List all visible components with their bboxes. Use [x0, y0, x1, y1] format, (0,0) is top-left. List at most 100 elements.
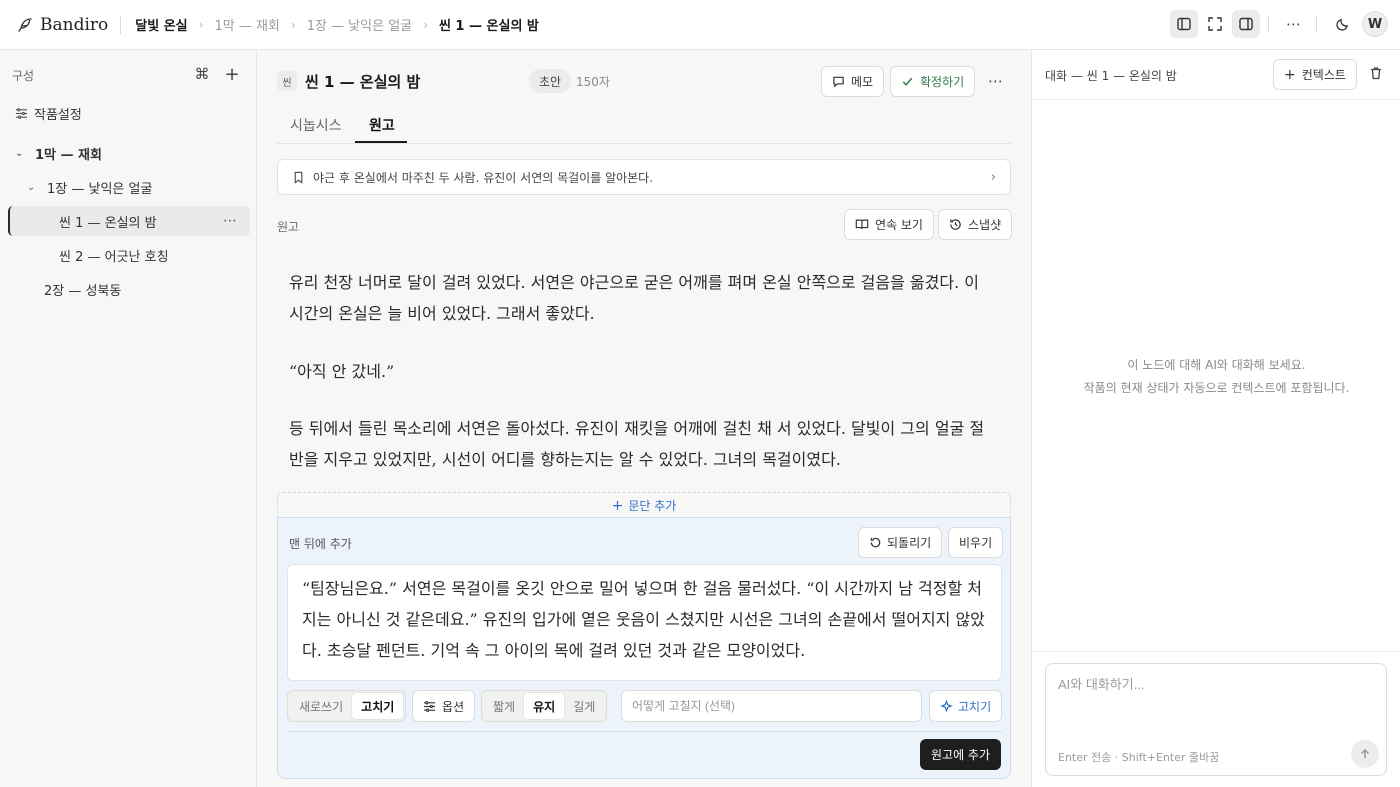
more-menu-button[interactable]: ⋯	[1280, 10, 1308, 38]
continuous-view-label: 연속 보기	[875, 218, 923, 232]
manuscript-paragraph[interactable]: 등 뒤에서 들린 목소리에 서연은 돌아섰다. 유진이 재킷을 어깨에 걸친 채…	[289, 413, 989, 475]
sliders-icon	[423, 700, 436, 712]
command-icon[interactable]: ⌘	[192, 64, 212, 84]
book-open-icon	[855, 219, 869, 229]
toggle-left-panel-button[interactable]	[1170, 10, 1198, 38]
tab-underline	[355, 141, 407, 143]
dark-mode-toggle[interactable]	[1328, 10, 1356, 38]
snapshot-label: 스냅샷	[968, 218, 1002, 232]
sidebar-item-label: 씬 1 — 온실의 밤	[59, 215, 157, 231]
add-context-button[interactable]: + 컨텍스트	[1273, 59, 1357, 90]
confirm-button[interactable]: 확정하기	[890, 66, 976, 97]
revise-label: 고치기	[958, 699, 992, 714]
status-badge[interactable]: 초안	[529, 69, 572, 93]
sidebar-item-act-1[interactable]: ⌄ 1막 — 재회	[8, 138, 250, 168]
sidebar-item-chapter-2[interactable]: 2장 — 성북동	[8, 274, 250, 304]
memo-button[interactable]: 메모	[821, 66, 885, 97]
more-horizontal-icon[interactable]: ⋯	[223, 213, 238, 229]
mode-revise[interactable]: 고치기	[352, 693, 404, 719]
chevron-down-icon[interactable]: ⌄	[15, 148, 27, 159]
sidebar: 구성 ⌘ + 작품설정 ⌄ 1막 — 재회 ⌄ 1장 — 낯익은 얼굴 씬 1 …	[0, 50, 257, 787]
add-paragraph-button[interactable]: + 문단 추가	[277, 492, 1011, 518]
tab-bar: 시놉시스 원고	[277, 105, 1011, 144]
confirm-label: 확정하기	[920, 75, 965, 89]
char-count: 150자	[576, 75, 610, 89]
chevron-right-icon: ›	[198, 17, 204, 32]
arrow-up-icon	[1360, 748, 1370, 758]
manuscript-paragraph[interactable]: “아직 안 갔네.”	[289, 356, 989, 387]
continuous-view-button[interactable]: 연속 보기	[844, 209, 934, 240]
chat-panel: 대화 — 씬 1 — 온실의 밤 + 컨텍스트 이 노드에 대해 AI와 대화해…	[1031, 50, 1400, 787]
delete-chat-button[interactable]	[1369, 66, 1383, 84]
sidebar-item-chapter-1[interactable]: ⌄ 1장 — 낯익은 얼굴	[8, 172, 250, 202]
sidebar-item-settings[interactable]: 작품설정	[8, 98, 250, 128]
divider	[1032, 651, 1400, 652]
chevron-right-icon: ›	[423, 17, 428, 32]
brand[interactable]: Bandiro	[0, 15, 108, 35]
scene-type-badge: 씬	[277, 71, 297, 91]
add-paragraph-label: 문단 추가	[628, 499, 677, 513]
add-to-manuscript-button[interactable]: 원고에 추가	[919, 739, 1001, 770]
revert-label: 되돌리기	[887, 536, 932, 550]
app-name: Bandiro	[40, 14, 109, 35]
tab-manuscript[interactable]: 원고	[369, 115, 395, 135]
chevron-down-icon[interactable]: ⌄	[27, 182, 39, 193]
draft-textarea[interactable]: “팀장님은요.” 서연은 목걸이를 옷깃 안으로 밀어 넣으며 한 걸음 물러섰…	[287, 564, 1002, 681]
more-horizontal-icon[interactable]: ⋯	[988, 72, 1004, 90]
length-long[interactable]: 길게	[564, 693, 604, 719]
breadcrumb-project[interactable]: 달빛 온실	[135, 15, 187, 34]
sidebar-item-scene-1[interactable]: 씬 1 — 온실의 밤 ⋯	[8, 206, 250, 236]
top-bar: Bandiro 달빛 온실 › 1막 — 재회 › 1장 — 낯익은 얼굴 › …	[0, 0, 1400, 50]
history-icon	[950, 219, 961, 230]
send-button[interactable]	[1351, 740, 1379, 768]
chat-input[interactable]	[1058, 674, 1376, 724]
length-segmented-control: 짧게 유지 길게	[481, 690, 608, 722]
sidebar-item-scene-2[interactable]: 씬 2 — 어긋난 호칭	[8, 240, 250, 270]
top-actions: ⋯ W	[1167, 10, 1388, 38]
section-label: 원고	[277, 220, 300, 234]
breadcrumb-scene: 씬 1 — 온실의 밤	[438, 19, 539, 34]
undo-icon	[870, 537, 881, 548]
length-short[interactable]: 짧게	[484, 693, 524, 719]
divider	[1032, 99, 1400, 100]
avatar[interactable]: W	[1362, 11, 1388, 37]
snapshot-button[interactable]: 스냅샷	[938, 209, 1013, 240]
sliders-icon	[15, 107, 28, 119]
options-label: 옵션	[442, 699, 465, 714]
empty-state-text: 작품의 현재 상태가 자동으로 컨텍스트에 포함됩니다.	[1083, 381, 1350, 395]
sidebar-actions: ⌘ +	[182, 64, 242, 85]
sidebar-heading: 구성	[12, 69, 35, 83]
tab-synopsis[interactable]: 시놉시스	[290, 115, 342, 135]
chevron-right-icon: ›	[290, 17, 296, 32]
empty-state-text: 이 노드에 대해 AI와 대화해 보세요.	[1127, 358, 1306, 372]
breadcrumb-chapter[interactable]: 1장 — 낯익은 얼굴	[307, 15, 412, 34]
sidebar-item-label: 작품설정	[34, 107, 82, 123]
expand-icon	[1208, 17, 1222, 31]
chat-composer: Enter 전송 · Shift+Enter 줄바꿈	[1045, 663, 1387, 776]
mode-segmented-control: 새로쓰기 고치기	[287, 690, 407, 722]
comment-icon	[833, 76, 844, 88]
fullscreen-button[interactable]	[1201, 10, 1229, 38]
trash-icon	[1371, 67, 1381, 80]
feather-icon	[18, 17, 32, 32]
plus-icon: +	[1284, 66, 1296, 83]
check-icon	[902, 77, 913, 86]
sidebar-item-label: 1막 — 재회	[35, 147, 102, 163]
revision-hint-input[interactable]	[621, 690, 922, 722]
mode-rewrite[interactable]: 새로쓰기	[290, 693, 352, 719]
clear-button[interactable]: 비우기	[948, 527, 1004, 558]
synopsis-summary[interactable]: 야근 후 온실에서 마주친 두 사람. 유진이 서연의 목걸이를 알아본다. ›	[277, 159, 1011, 195]
options-button[interactable]: 옵션	[412, 690, 476, 722]
keyboard-hint: Enter 전송 · Shift+Enter 줄바꿈	[1058, 751, 1220, 764]
memo-label: 메모	[851, 75, 874, 89]
page-title: 씬 1 — 온실의 밤	[305, 73, 421, 91]
revise-button[interactable]: 고치기	[929, 690, 1003, 722]
length-keep[interactable]: 유지	[524, 693, 565, 719]
add-icon[interactable]: +	[222, 64, 242, 85]
manuscript-paragraph[interactable]: 유리 천장 너머로 달이 걸려 있었다. 서연은 야근으로 굳은 어깨를 펴며 …	[289, 267, 989, 329]
toggle-right-panel-button[interactable]	[1232, 10, 1260, 38]
chat-title: 대화 — 씬 1 — 온실의 밤	[1045, 69, 1177, 83]
divider	[1268, 16, 1269, 32]
revert-button[interactable]: 되돌리기	[858, 527, 943, 558]
breadcrumb-act[interactable]: 1막 — 재회	[214, 15, 279, 34]
